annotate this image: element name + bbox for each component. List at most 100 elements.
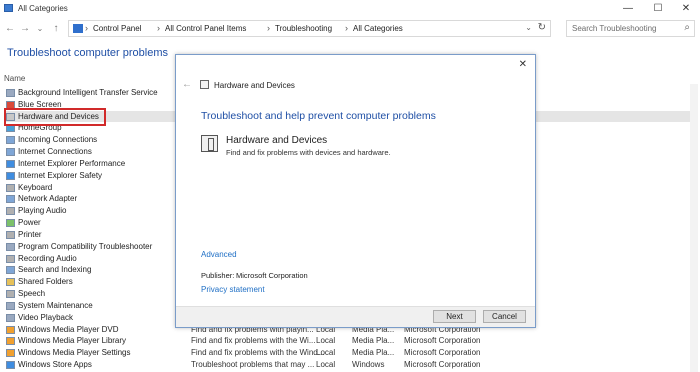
item-location: Local [316,360,336,370]
troubleshooter-icon [6,171,15,180]
dialog-footer: Next Cancel [176,306,535,327]
search-placeholder: Search Troubleshooting [572,24,657,33]
item-name: Speech [18,289,46,299]
publisher-label: Publisher: [201,271,235,280]
troubleshooter-icon [6,361,15,370]
troubleshooter-icon [6,195,15,204]
troubleshooter-icon [6,242,15,251]
troubleshooter-icon [6,207,15,216]
maximize-button[interactable]: ☐ [644,0,672,18]
breadcrumb-separator-icon: › [157,23,160,33]
troubleshooter-icon [6,159,15,168]
item-category: Windows [352,360,385,370]
hardware-devices-icon [200,80,209,89]
item-name: System Maintenance [18,300,93,310]
troubleshooter-icon [6,313,15,322]
item-name: Internet Explorer Performance [18,158,126,168]
item-location: Local [316,336,336,346]
up-arrow-icon[interactable]: ↑ [50,23,62,35]
item-name: Windows Media Player Settings [18,348,131,358]
dialog-heading: Troubleshoot and help prevent computer p… [201,110,436,122]
troubleshooter-icon [6,219,15,228]
troubleshooter-icon [6,183,15,192]
item-name: Windows Media Player DVD [18,324,119,334]
item-description: Troubleshoot problems that may ... [191,360,315,370]
troubleshooter-icon [6,290,15,299]
item-name: Recording Audio [18,253,77,263]
troubleshooter-icon [6,337,15,346]
item-name: Power [18,218,41,228]
item-name: Printer [18,229,42,239]
troubleshooter-icon [6,325,15,334]
troubleshooter-title: Hardware and Devices [226,135,328,146]
search-input[interactable]: Search Troubleshooting ⌕ [566,20,695,37]
search-icon[interactable]: ⌕ [684,22,690,33]
item-name: Network Adapter [18,194,78,204]
publisher-value: Microsoft Corporation [236,271,308,280]
address-bar[interactable]: › Control Panel › All Control Panel Item… [68,20,551,37]
back-arrow-icon[interactable]: ← [4,23,16,35]
forward-arrow-icon[interactable]: → [19,23,31,35]
item-publisher: Microsoft Corporation [404,348,481,358]
vertical-scrollbar[interactable] [690,84,698,372]
minimize-button[interactable]: — [614,0,642,18]
navigation-bar: ← → ⌄ ↑ › Control Panel › All Control Pa… [0,19,700,39]
item-name: Search and Indexing [18,265,92,275]
troubleshooter-icon [6,266,15,275]
item-name: Internet Connections [18,147,92,157]
column-header-name[interactable]: Name [4,74,25,83]
item-name: Windows Store Apps [18,360,92,370]
close-button[interactable]: ✕ [672,0,700,18]
item-name: Shared Folders [18,277,73,287]
page-title: Troubleshoot computer problems [7,47,169,59]
item-category: Media Pla... [352,348,395,358]
dialog-close-icon[interactable]: ✕ [519,59,527,70]
item-publisher: Microsoft Corporation [404,360,481,370]
recent-locations-chevron-icon[interactable]: ⌄ [34,23,46,35]
item-name: Background Intelligent Transfer Service [18,88,158,97]
window-title: All Categories [18,4,68,13]
breadcrumb-control-panel[interactable]: Control Panel [93,24,141,33]
troubleshooter-icon [6,148,15,157]
troubleshooter-icon [6,254,15,263]
troubleshooter-dialog: ✕ ← Hardware and Devices Troubleshoot an… [175,54,536,328]
item-name: Incoming Connections [18,135,98,145]
breadcrumb-separator-icon: › [345,23,348,33]
cancel-button[interactable]: Cancel [483,310,526,323]
troubleshooter-icon [6,278,15,287]
breadcrumb-all-categories[interactable]: All Categories [353,24,403,33]
item-name: Internet Explorer Safety [18,170,103,180]
list-item[interactable]: Windows Media Player Library Find and fix… [6,335,696,347]
troubleshooter-icon [6,136,15,145]
list-item[interactable]: Windows Store Apps Troubleshoot problems … [6,359,696,371]
item-name: Keyboard [18,182,53,192]
item-name: Playing Audio [18,206,67,216]
item-location: Local [316,348,336,358]
folder-icon [73,24,83,33]
item-description: Find and fix problems with the Wind... [191,348,325,358]
breadcrumb-all-control-panel-items[interactable]: All Control Panel Items [165,24,246,33]
address-dropdown-icon[interactable]: ⌄ [525,23,532,32]
troubleshooter-icon [6,349,15,358]
highlight-annotation [4,108,106,126]
item-name: Video Playback [18,312,73,322]
dialog-back-arrow-icon[interactable]: ← [182,79,192,90]
privacy-statement-link[interactable]: Privacy statement [201,285,265,294]
item-category: Media Pla... [352,336,395,346]
next-button[interactable]: Next [433,310,476,323]
troubleshooter-icon [6,301,15,310]
breadcrumb-separator-icon: › [85,23,88,33]
troubleshooter-icon [6,89,15,97]
item-publisher: Microsoft Corporation [404,336,481,346]
list-item[interactable]: Windows Media Player Settings Find and fi… [6,347,696,359]
troubleshooter-icon [6,230,15,239]
dialog-title: Hardware and Devices [214,81,295,90]
title-bar: All Categories — ☐ ✕ [0,0,700,18]
control-panel-icon [4,4,13,12]
refresh-icon[interactable]: ↻ [538,22,546,33]
advanced-link[interactable]: Advanced [201,250,237,259]
device-icon [201,135,218,152]
breadcrumb-separator-icon: › [267,23,270,33]
breadcrumb-troubleshooting[interactable]: Troubleshooting [275,24,332,33]
item-name: Windows Media Player Library [18,336,127,346]
